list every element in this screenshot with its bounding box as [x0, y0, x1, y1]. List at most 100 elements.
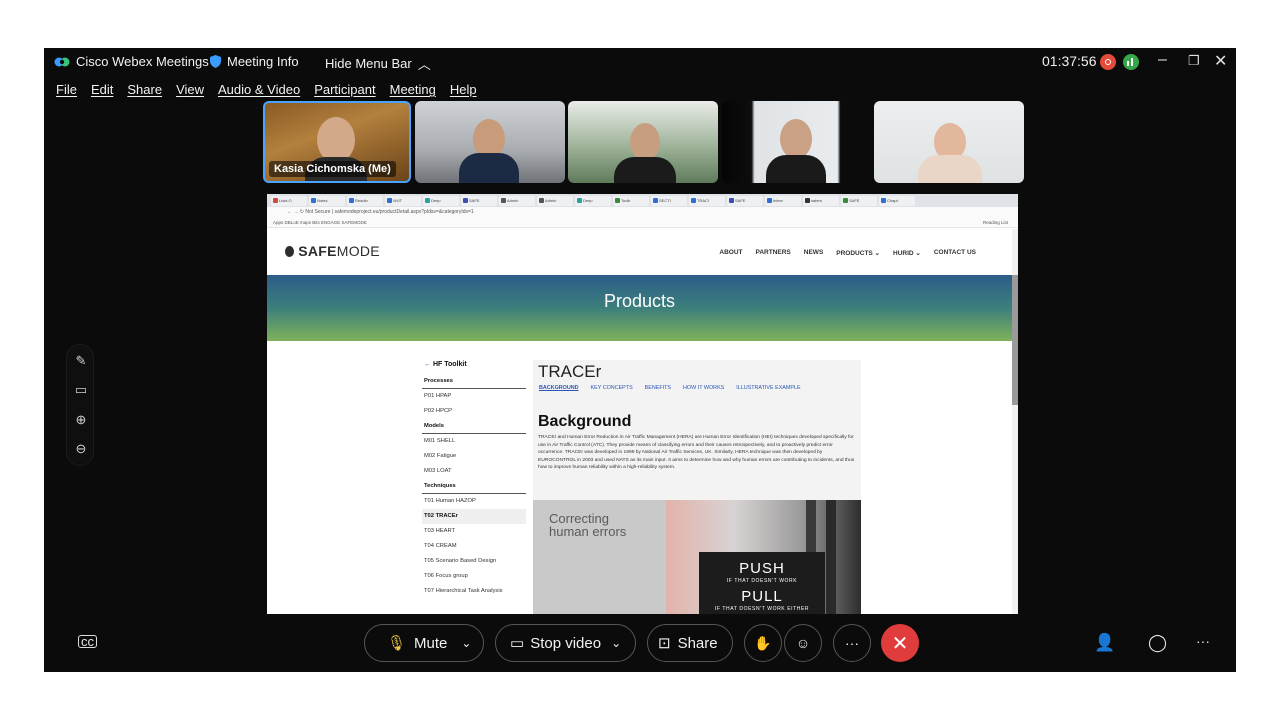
more-panels-icon[interactable]: ···	[1196, 633, 1210, 649]
video-tile[interactable]	[568, 101, 718, 183]
menu-file[interactable]: File	[44, 78, 84, 100]
raise-hand-button[interactable]: ✋	[744, 624, 782, 662]
browser-tab[interactable]: Admin	[499, 195, 535, 206]
share-button[interactable]: ⊡ Share	[647, 624, 733, 662]
browser-tab[interactable]: Deep	[423, 195, 459, 206]
chat-icon[interactable]: ◯	[1148, 633, 1167, 653]
participants-icon[interactable]: 👤	[1094, 633, 1115, 653]
reload-icon[interactable]: ↻	[300, 209, 304, 215]
mute-label: Mute	[414, 634, 448, 652]
meeting-info-button[interactable]: Meeting Info	[210, 54, 299, 69]
menu-help[interactable]: Help	[443, 78, 484, 100]
forward-icon[interactable]: →	[293, 209, 298, 215]
tab-how-it-works[interactable]: HOW IT WORKS	[683, 385, 724, 391]
browser-tab[interactable]: Interv	[765, 195, 801, 206]
sidebar-item[interactable]: M03 LOAT	[422, 464, 526, 479]
page-scrollbar-thumb[interactable]	[1012, 275, 1018, 405]
menu-share[interactable]: Share	[120, 78, 169, 100]
browser-tab[interactable]: Admin	[537, 195, 573, 206]
chevron-down-icon[interactable]: ⌄	[611, 636, 621, 650]
browser-tab[interactable]: SECTI	[651, 195, 687, 206]
sidebar-item[interactable]: P01 HPAP	[422, 389, 526, 404]
menu-audio-video[interactable]: Audio & Video	[211, 78, 307, 100]
browser-tab[interactable]: Readin	[347, 195, 383, 206]
back-icon[interactable]: ←	[287, 209, 292, 215]
video-tile[interactable]	[874, 101, 1024, 183]
reading-list-button[interactable]: Reading List	[983, 218, 1008, 228]
zoom-in-icon[interactable]: ⊕	[67, 412, 95, 428]
browser-tab[interactable]: SAFE	[461, 195, 497, 206]
reactions-button[interactable]: ☺	[784, 624, 822, 662]
sidebar-item[interactable]: T07 Hierarchical Task Analysis	[422, 584, 526, 599]
video-tile[interactable]	[415, 101, 565, 183]
recording-indicator-icon[interactable]	[1100, 54, 1116, 70]
browser-tab[interactable]: WUT	[385, 195, 421, 206]
shared-screen[interactable]: Lista O Notes Readin WUT Deep SAFE Admin Admin D…	[267, 194, 1018, 614]
hide-menu-bar-label: Hide Menu Bar	[325, 56, 412, 71]
more-options-button[interactable]: ···	[833, 624, 871, 662]
nav-news[interactable]: NEWS	[804, 249, 824, 257]
nav-partners[interactable]: PARTNERS	[756, 249, 791, 257]
sidebar-item[interactable]: T06 Focus group	[422, 569, 526, 584]
minimize-icon[interactable]: –	[1158, 51, 1167, 69]
tab-favicon-icon	[881, 198, 886, 203]
sidebar-item[interactable]: T04 CREAM	[422, 539, 526, 554]
nav-hurid[interactable]: HURID ⌄	[893, 249, 921, 257]
nav-about[interactable]: ABOUT	[719, 249, 742, 257]
browser-tab[interactable]: Lista O	[271, 195, 307, 206]
browser-tab[interactable]: Chapt	[879, 195, 915, 206]
close-icon[interactable]: ✕	[1214, 51, 1227, 71]
sidebar-item[interactable]: T03 HEART	[422, 524, 526, 539]
restore-icon[interactable]: ❐	[1188, 53, 1200, 69]
zoom-out-icon[interactable]: ⊖	[67, 441, 95, 457]
tab-favicon-icon	[349, 198, 354, 203]
site-header: SAFEMODE ABOUT PARTNERS NEWS PRODUCTS ⌄ …	[267, 229, 1012, 275]
app-title[interactable]: Cisco Webex Meetings	[54, 54, 209, 69]
menu-edit[interactable]: Edit	[84, 78, 120, 100]
sidebar-item[interactable]: M01 SHELL	[422, 434, 526, 449]
sidebar-item[interactable]: T02 TRACEr	[422, 509, 526, 524]
browser-tab[interactable]: Notes	[309, 195, 345, 206]
menu-participant[interactable]: Participant	[307, 78, 382, 100]
browser-tab[interactable]: safem	[803, 195, 839, 206]
menu-view[interactable]: View	[169, 78, 211, 100]
hf-toolkit-link[interactable]: ← HF Toolkit	[424, 361, 526, 368]
end-call-button[interactable]: ✕	[881, 624, 919, 662]
network-health-icon[interactable]	[1123, 54, 1139, 70]
tab-benefits[interactable]: BENEFITS	[645, 385, 671, 391]
tab-key-concepts[interactable]: KEY CONCEPTS	[591, 385, 633, 391]
video-tile-self[interactable]: Kasia Cichomska (Me)	[263, 101, 411, 183]
push-pull-sign: PUSH IF THAT DOESN'T WORK PULL IF THAT D…	[699, 552, 825, 614]
annotate-icon[interactable]: ✎	[67, 353, 95, 369]
chevron-down-icon[interactable]: ⌄	[461, 636, 471, 650]
menu-meeting[interactable]: Meeting	[383, 78, 443, 100]
browser-tab[interactable]: SAFE	[841, 195, 877, 206]
sidebar-item[interactable]: P02 HPCP	[422, 404, 526, 419]
share-label: Share	[677, 634, 718, 652]
browser-tab[interactable]: TRACI	[689, 195, 725, 206]
bookmarks-text: Apps DBLoE maps Bits ENGAGE SAFEMODE	[273, 220, 367, 225]
closed-captions-icon[interactable]: cc	[78, 635, 97, 648]
illustration-image: Correcting human errors PUSH IF THAT DOE…	[533, 500, 861, 614]
sidebar-item[interactable]: T05 Scenario Based Design	[422, 554, 526, 569]
tab-illustrative-example[interactable]: ILLUSTRATIVE EXAMPLE	[736, 385, 800, 391]
mute-button[interactable]: 🎙 Mute ⌄	[364, 624, 484, 662]
stop-video-button[interactable]: ▭ Stop video ⌄	[495, 624, 636, 662]
hand-icon: ✋	[754, 634, 772, 651]
share-screen-icon[interactable]: ▭	[67, 382, 95, 398]
hide-menu-bar-button[interactable]: Hide Menu Bar ︿	[325, 54, 431, 73]
safemode-logo[interactable]: SAFEMODE	[285, 243, 380, 259]
nav-contact[interactable]: CONTACT US	[934, 249, 976, 257]
tab-background[interactable]: BACKGROUND	[539, 385, 579, 391]
browser-tab[interactable]: SAFE	[727, 195, 763, 206]
video-tile[interactable]	[722, 101, 870, 183]
sidebar-item[interactable]: T01 Human HAZOP	[422, 494, 526, 509]
tab-favicon-icon	[273, 198, 278, 203]
address-bar[interactable]: ← → ↻ Not Secure | safemodeproject.eu/pr…	[267, 207, 1018, 218]
nav-products[interactable]: PRODUCTS ⌄	[836, 249, 880, 257]
title-bar: Cisco Webex Meetings Meeting Info Hide M…	[44, 48, 1236, 76]
illustration-left-panel: Correcting human errors	[533, 500, 666, 614]
browser-tab[interactable]: Deep	[575, 195, 611, 206]
sidebar-item[interactable]: M02 Fatigue	[422, 449, 526, 464]
browser-tab[interactable]: Toolk	[613, 195, 649, 206]
